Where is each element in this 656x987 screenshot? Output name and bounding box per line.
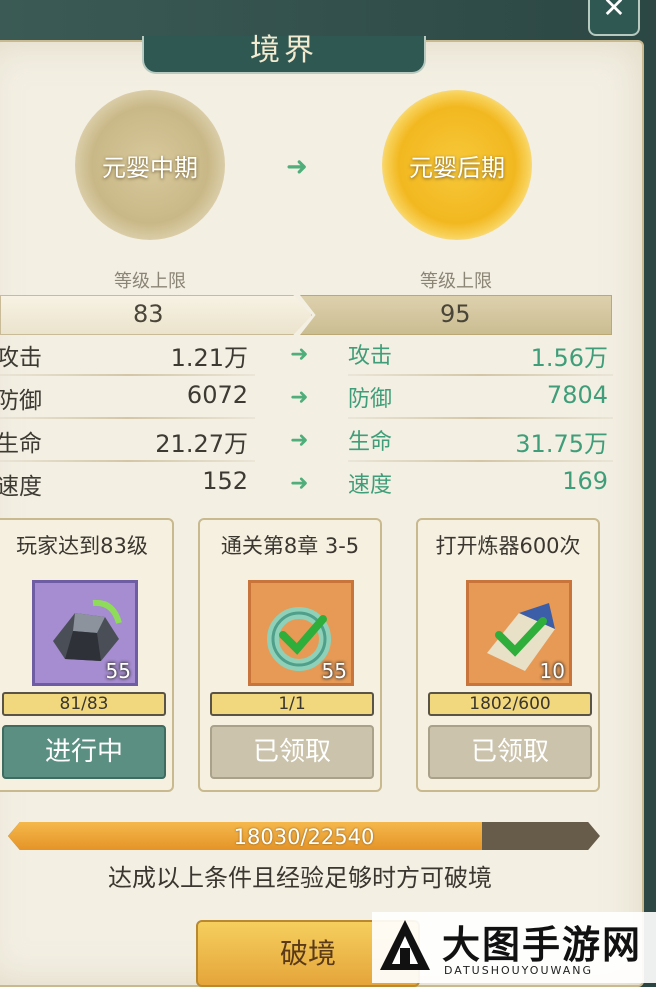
stat-name: 速度: [0, 474, 42, 500]
realm-arrow-icon: ➜: [286, 152, 308, 182]
divider: [0, 417, 255, 419]
stat-value-next: 1.56万: [530, 344, 608, 372]
condition-progress: 1/1: [210, 692, 374, 716]
stat-arrow-icon: ➜: [290, 342, 309, 367]
experience-bar: 18030/22540: [8, 822, 600, 850]
stat-value-next: 169: [562, 467, 608, 495]
jade-ring-icon[interactable]: 55: [248, 580, 354, 686]
current-realm-label: 元婴中期: [102, 153, 198, 182]
divider: [0, 460, 255, 462]
watermark: 大图手游网 DATUSHOUYOUWANG: [372, 912, 656, 983]
breakthrough-hint: 达成以上条件且经验足够时方可破境: [108, 864, 492, 892]
condition-progress: 81/83: [2, 692, 166, 716]
stat-name-next: 速度: [348, 473, 393, 498]
level-cap-current: 83: [133, 300, 164, 328]
level-cap-next: 95: [440, 300, 471, 328]
next-realm-emblem: 元婴后期: [382, 90, 532, 240]
condition-title: 玩家达到83级: [16, 534, 148, 558]
condition-progress: 1802/600: [428, 692, 592, 716]
claimed-button[interactable]: 已领取: [428, 725, 592, 779]
stat-name: 攻击: [0, 345, 42, 371]
stat-name-next: 生命: [348, 430, 393, 455]
divider: [0, 374, 255, 376]
condition-title: 打开炼器600次: [435, 534, 581, 558]
divider: [348, 460, 613, 462]
item-count: 55: [321, 659, 347, 683]
level-cap-label-next: 等级上限: [420, 271, 492, 292]
current-realm-emblem: 元婴中期: [75, 90, 225, 240]
next-realm-label: 元婴后期: [409, 153, 505, 182]
stat-arrow-icon: ➜: [290, 385, 309, 410]
divider: [348, 417, 613, 419]
stat-name: 防御: [0, 388, 42, 414]
stat-value-current: 152: [202, 467, 248, 495]
stat-name-next: 攻击: [348, 344, 393, 369]
stat-name-next: 防御: [348, 387, 393, 412]
stat-value-next: 7804: [546, 381, 608, 409]
in-progress-button[interactable]: 进行中: [2, 725, 166, 779]
stat-row-hp: 生命 21.27万 ➜ 生命 31.75万: [0, 424, 656, 464]
stat-value-current: 6072: [186, 381, 248, 409]
stat-row-speed: 速度 152 ➜ 速度 169: [0, 467, 656, 507]
stat-arrow-icon: ➜: [290, 428, 309, 453]
stat-value-current: 1.21万: [170, 344, 248, 372]
level-cap-label-current: 等级上限: [114, 271, 186, 292]
window-title: 境界: [142, 36, 426, 74]
scroll-icon[interactable]: 10: [466, 580, 572, 686]
claimed-button[interactable]: 已领取: [210, 725, 374, 779]
stat-row-defense: 防御 6072 ➜ 防御 7804: [0, 381, 656, 421]
close-button[interactable]: ✕: [588, 0, 640, 36]
stat-row-attack: 攻击 1.21万 ➜ 攻击 1.56万: [0, 338, 656, 378]
condition-card-level: 玩家达到83级 55 81/83 进行中: [0, 518, 174, 792]
condition-card-forge: 打开炼器600次 10 1802/600 已领取: [416, 518, 600, 792]
watermark-title: 大图手游网: [442, 923, 643, 967]
stat-name: 生命: [0, 431, 42, 457]
watermark-subtitle: DATUSHOUYOUWANG: [444, 964, 594, 977]
condition-title: 通关第8章 3-5: [220, 534, 360, 558]
condition-card-stage: 通关第8章 3-5 55 1/1 已领取: [198, 518, 382, 792]
stone-icon[interactable]: 55: [32, 580, 138, 686]
divider: [348, 374, 613, 376]
item-count: 10: [539, 659, 565, 683]
experience-text: 18030/22540: [233, 825, 375, 849]
stat-value-current: 21.27万: [155, 430, 248, 458]
stat-value-next: 31.75万: [515, 430, 608, 458]
stat-arrow-icon: ➜: [290, 471, 309, 496]
item-count: 55: [105, 659, 131, 683]
watermark-logo-icon: [380, 920, 430, 970]
